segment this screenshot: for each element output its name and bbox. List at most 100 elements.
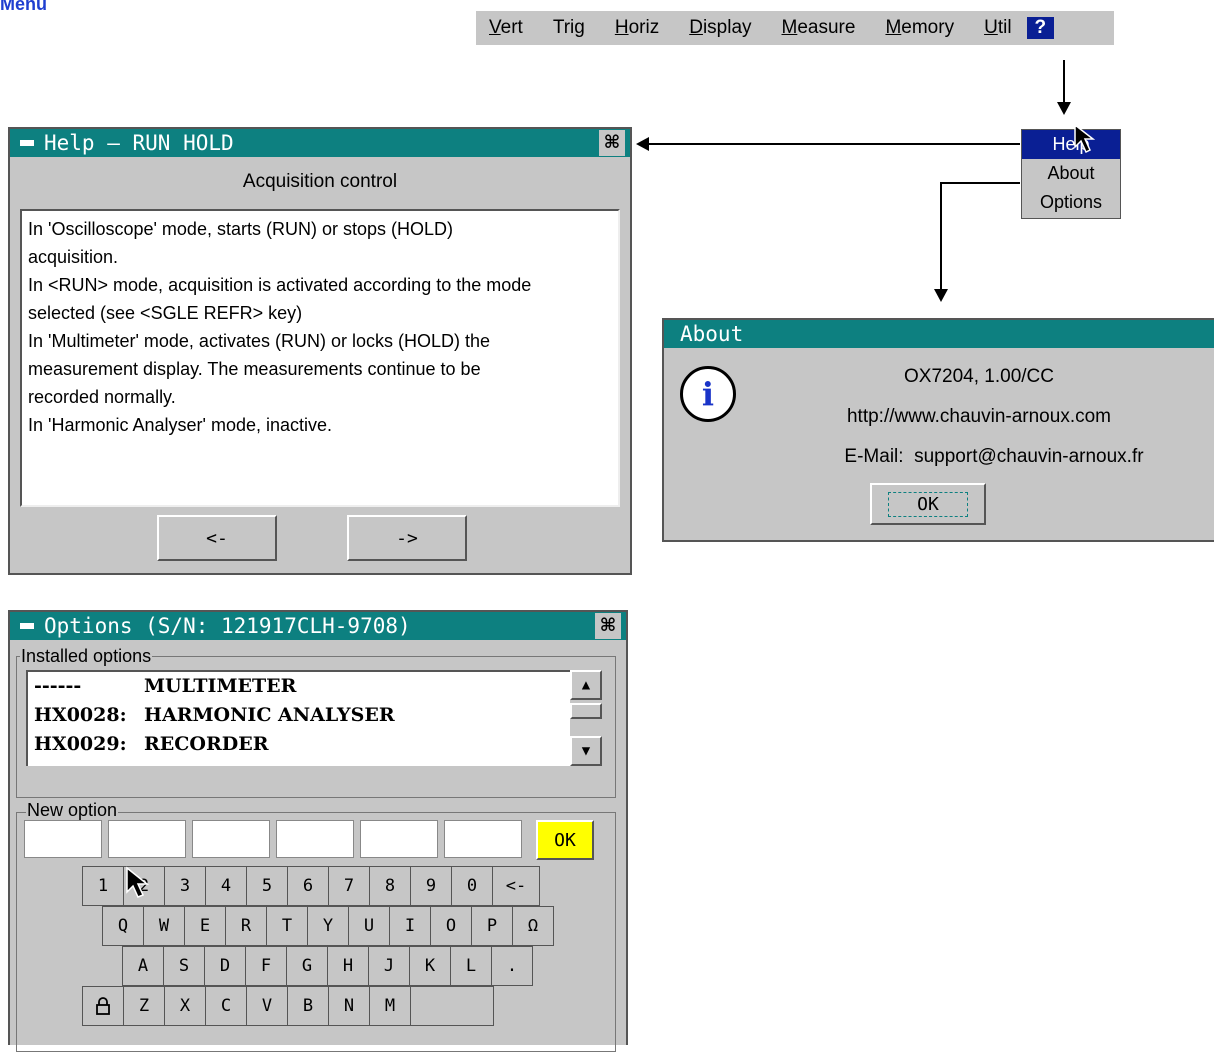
help-title-bar: Help – RUN HOLD xyxy=(10,129,630,157)
about-url[interactable]: http://www.chauvin-arnoux.com xyxy=(814,406,1144,428)
keyboard-key[interactable]: B xyxy=(287,986,329,1026)
keyboard-key[interactable]: Q xyxy=(102,906,144,946)
keyboard-key[interactable]: R xyxy=(225,906,267,946)
help-text-area[interactable]: In 'Oscilloscope' mode, starts (RUN) or … xyxy=(20,209,620,507)
keyboard-key[interactable]: Y xyxy=(307,906,349,946)
keyboard-key[interactable]: O xyxy=(430,906,472,946)
list-item[interactable]: ------ MULTIMETER xyxy=(34,672,570,701)
option-code-field-3[interactable] xyxy=(192,820,270,858)
keyboard-key[interactable]: H xyxy=(327,946,369,986)
menu-util[interactable]: Util xyxy=(984,17,1011,39)
keyboard-key[interactable]: M xyxy=(369,986,411,1026)
keyboard-key[interactable]: 6 xyxy=(287,866,329,906)
menu-horiz[interactable]: Horiz xyxy=(615,17,659,39)
keyboard-key[interactable]: U xyxy=(348,906,390,946)
window-menu-icon[interactable] xyxy=(20,623,34,629)
keyboard-key[interactable]: <- xyxy=(492,866,540,906)
menu-vert[interactable]: Vert xyxy=(489,17,523,39)
keyboard-key[interactable]: F xyxy=(245,946,287,986)
help-line: In 'Multimeter' mode, activates (RUN) or… xyxy=(28,331,490,351)
keyboard-key[interactable]: S xyxy=(163,946,205,986)
context-item-about[interactable]: About xyxy=(1022,159,1120,188)
keyboard-key[interactable]: 1 xyxy=(82,866,124,906)
window-menu-icon[interactable] xyxy=(20,140,34,146)
collapse-icon[interactable]: ⌘ xyxy=(599,130,625,156)
new-option-label: New option xyxy=(26,800,119,821)
menu-memory[interactable]: Memory xyxy=(885,17,954,39)
keyboard-key[interactable]: W xyxy=(143,906,185,946)
option-code-field-2[interactable] xyxy=(108,820,186,858)
option-code-field-6[interactable] xyxy=(444,820,522,858)
about-ok-label: OK xyxy=(888,491,968,517)
keyboard-key[interactable]: 7 xyxy=(328,866,370,906)
keyboard-key[interactable]: Z xyxy=(123,986,165,1026)
options-window: Options (S/N: 121917CLH-9708) ⌘ Installe… xyxy=(8,610,628,1052)
menu-display[interactable]: Display xyxy=(689,17,751,39)
list-item[interactable]: HX0028: HARMONIC ANALYSER xyxy=(34,701,570,730)
help-line: In 'Oscilloscope' mode, starts (RUN) or … xyxy=(28,219,453,239)
keyboard-key[interactable]: D xyxy=(204,946,246,986)
installed-options-label: Installed options xyxy=(20,646,153,667)
about-email-label: E-Mail: xyxy=(844,446,904,467)
installed-options-list[interactable]: ------ MULTIMETER HX0028: HARMONIC ANALYSE… xyxy=(26,670,570,766)
keyboard-key[interactable]: I xyxy=(389,906,431,946)
list-scrollbar[interactable]: ▲ ▼ xyxy=(570,670,602,766)
help-line: selected (see <SGLE REFR> key) xyxy=(28,303,303,323)
options-ok-button[interactable]: OK xyxy=(536,820,594,860)
keyboard-key[interactable]: C xyxy=(205,986,247,1026)
mouse-cursor-icon xyxy=(1074,123,1096,154)
keyboard-key[interactable]: 3 xyxy=(164,866,206,906)
keyboard-key[interactable]: E xyxy=(184,906,226,946)
help-line: recorded normally. xyxy=(28,387,176,407)
context-item-help[interactable]: Help xyxy=(1022,130,1120,159)
space-key[interactable] xyxy=(410,986,494,1026)
keyboard-key[interactable]: J xyxy=(368,946,410,986)
help-context-menu: Help About Options xyxy=(1021,129,1121,219)
about-title-bar: About xyxy=(664,320,1214,348)
scroll-down-icon[interactable]: ▼ xyxy=(570,736,602,766)
keyboard-key[interactable]: P xyxy=(471,906,513,946)
arrow-head xyxy=(934,289,948,302)
arrow-line xyxy=(940,182,942,290)
keyboard-key[interactable]: 9 xyxy=(410,866,452,906)
menu-help[interactable]: ? xyxy=(1026,17,1055,39)
help-title: Help – RUN HOLD xyxy=(44,131,234,155)
help-prev-button[interactable]: <- xyxy=(157,515,277,561)
help-line: In 'Harmonic Analyser' mode, inactive. xyxy=(28,415,333,435)
keyboard-key[interactable]: . xyxy=(491,946,533,986)
keyboard-key[interactable]: K xyxy=(409,946,451,986)
keyboard-key[interactable]: G xyxy=(286,946,328,986)
info-icon: i xyxy=(680,366,736,422)
arrow-line xyxy=(648,143,1020,145)
keyboard-key[interactable]: Ω xyxy=(512,906,554,946)
keyboard-key[interactable]: X xyxy=(164,986,206,1026)
keyboard-key[interactable]: A xyxy=(122,946,164,986)
scroll-thumb[interactable] xyxy=(570,703,602,719)
keyboard-key[interactable]: V xyxy=(246,986,288,1026)
keyboard-key[interactable]: 8 xyxy=(369,866,411,906)
menu-measure[interactable]: Measure xyxy=(782,17,856,39)
keyboard-key[interactable]: L xyxy=(450,946,492,986)
key-lock-icon[interactable] xyxy=(82,986,124,1026)
list-item[interactable]: HX0029: RECORDER xyxy=(34,730,570,759)
about-window: About i OX7204, 1.00/CC http://www.chauv… xyxy=(662,318,1214,542)
help-line: measurement display. The measurements co… xyxy=(28,359,481,379)
option-code-field-5[interactable] xyxy=(360,820,438,858)
option-code-field-1[interactable] xyxy=(24,820,102,858)
scroll-up-icon[interactable]: ▲ xyxy=(570,670,602,700)
keyboard-key[interactable]: N xyxy=(328,986,370,1026)
menu-trig[interactable]: Trig xyxy=(553,17,585,39)
keyboard-key[interactable]: 4 xyxy=(205,866,247,906)
keyboard-key[interactable]: 5 xyxy=(246,866,288,906)
about-ok-button[interactable]: OK xyxy=(870,483,986,525)
page-heading: Menu xyxy=(0,0,47,14)
keyboard-key[interactable]: 0 xyxy=(451,866,493,906)
keyboard-key[interactable]: T xyxy=(266,906,308,946)
options-title: Options (S/N: 121917CLH-9708) xyxy=(44,614,411,638)
about-email[interactable]: support@chauvin-arnoux.fr xyxy=(914,446,1143,467)
context-item-options[interactable]: Options xyxy=(1022,188,1120,217)
help-next-button[interactable]: -> xyxy=(347,515,467,561)
option-code-field-4[interactable] xyxy=(276,820,354,858)
help-window: Help – RUN HOLD ⌘ Acquisition control In… xyxy=(8,127,632,575)
collapse-icon[interactable]: ⌘ xyxy=(595,613,621,639)
